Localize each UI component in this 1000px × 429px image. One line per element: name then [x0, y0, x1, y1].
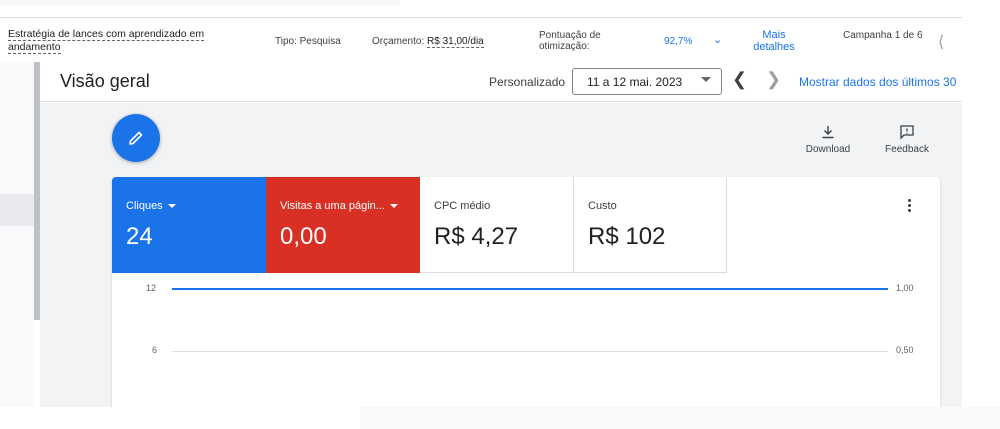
feedback-button[interactable]: Feedback [880, 124, 934, 155]
left-navigation-rail [0, 62, 34, 407]
dropdown-arrow-icon [701, 77, 711, 82]
browser-top-strip [0, 0, 1000, 17]
performance-chart: 12 1,00 6 0,50 [112, 273, 940, 407]
campaign-status-bar: Estratégia de lances com aprendizado em … [0, 17, 962, 61]
caret-down-icon [389, 204, 398, 209]
caret-down-icon [167, 204, 176, 209]
y-tick-right-1: 0,50 [896, 345, 914, 355]
campaign-type: Tipo: Pesquisa [275, 36, 341, 47]
bottom-strip-shade [360, 407, 1000, 429]
budget[interactable]: Orçamento: R$ 31,00/dia [372, 36, 484, 48]
chevron-left-icon[interactable]: ⟨ [938, 32, 944, 52]
date-range-value: 11 a 12 mai. 2023 [587, 75, 683, 89]
metric-cost[interactable]: Custo R$ 102 [574, 177, 727, 273]
metric-clicks[interactable]: Cliques 24 [112, 177, 266, 273]
feedback-label: Feedback [885, 144, 929, 155]
y-tick-left-1: 6 [152, 345, 158, 355]
metric-value: 0,00 [280, 223, 327, 250]
campaign-counter: Campanha 1 de 6 [843, 30, 923, 41]
top-strip-fade [0, 0, 400, 6]
download-icon [822, 126, 834, 139]
download-button[interactable]: Download [800, 124, 856, 155]
more-options-icon[interactable] [908, 199, 912, 214]
more-details-link[interactable]: Mais detalhes [744, 29, 804, 53]
optimization-score-value[interactable]: 92,7% [664, 36, 692, 47]
budget-label: Orçamento: [372, 36, 428, 47]
next-period-icon[interactable]: ❯ [766, 69, 781, 90]
metric-label: CPC médio [434, 200, 491, 212]
metric-value: 24 [126, 223, 153, 250]
overview-header: Visão geral Personalizado 11 a 12 mai. 2… [40, 62, 962, 102]
date-range-picker[interactable]: 11 a 12 mai. 2023 [572, 68, 722, 95]
clicks-series-line [172, 288, 888, 290]
performance-card: Cliques 24 Visitas a uma págin... 0,00 C… [112, 177, 940, 407]
chevron-down-icon[interactable]: ⌄ [713, 33, 722, 46]
previous-period-icon[interactable]: ❮ [732, 69, 747, 90]
feedback-icon [900, 125, 914, 140]
y-tick-right-0: 1,00 [896, 283, 914, 293]
metric-label: Custo [588, 200, 617, 212]
download-label: Download [805, 144, 851, 155]
nav-selected-item[interactable] [0, 194, 34, 226]
edit-button[interactable] [112, 114, 160, 162]
page-title: Visão geral [60, 71, 150, 91]
bid-strategy-text[interactable]: Estratégia de lances com aprendizado em … [8, 28, 205, 54]
y-tick-left-0: 12 [146, 283, 157, 293]
budget-value[interactable]: R$ 31,00/dia [427, 36, 484, 48]
metric-value: R$ 102 [588, 223, 666, 250]
bottom-strip [0, 407, 1000, 429]
optimization-score-label: Pontuação de otimização: [539, 30, 601, 52]
show-last-days-link[interactable]: Mostrar dados dos últimos 30 [799, 75, 962, 89]
metric-label-text: Visitas a uma págin... [280, 200, 385, 212]
date-range-type: Personalizado [489, 75, 566, 89]
metric-label[interactable]: Cliques [126, 200, 176, 212]
gridline [172, 351, 888, 352]
bid-strategy-status[interactable]: Estratégia de lances com aprendizado em … [8, 28, 218, 54]
metric-label[interactable]: Visitas a uma págin... [280, 200, 398, 212]
metric-page-visits[interactable]: Visitas a uma págin... 0,00 [266, 177, 420, 273]
pencil-icon [129, 131, 143, 145]
metric-avg-cpc[interactable]: CPC médio R$ 4,27 [420, 177, 574, 273]
metric-value: R$ 4,27 [434, 223, 519, 250]
metric-label-text: Cliques [126, 200, 163, 212]
